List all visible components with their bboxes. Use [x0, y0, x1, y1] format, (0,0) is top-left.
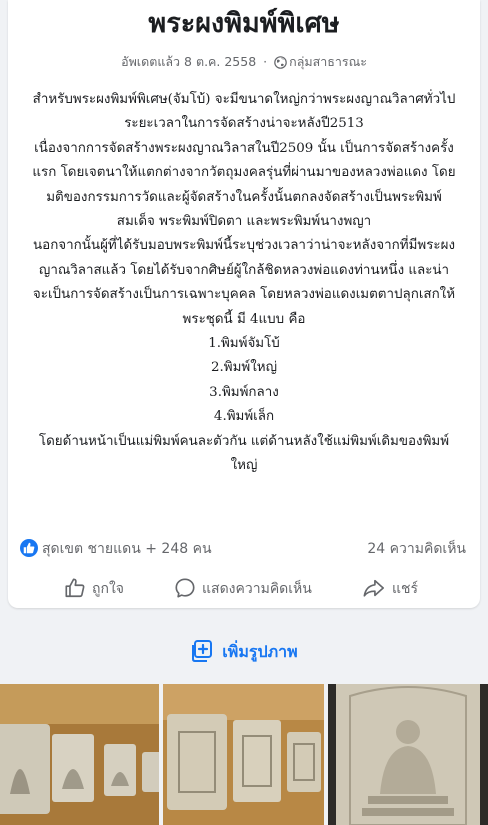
comment-label: แสดงความคิดเห็น [202, 581, 312, 597]
audience-label: กลุ่มสาธารณะ [289, 54, 367, 69]
amulet-back-photo[interactable] [163, 684, 324, 825]
thumbs-up-icon [20, 539, 38, 557]
globe-icon [274, 56, 287, 69]
updated-date: อัพเดตแล้ว 8 ต.ค. 2558 [121, 54, 257, 69]
thumbs-up-outline-icon [65, 578, 85, 598]
comment-button[interactable]: แสดงความคิดเห็น [174, 575, 312, 603]
share-arrow-icon [363, 579, 384, 597]
action-bar: ถูกใจ แสดงความคิดเห็น แชร์ [8, 575, 480, 603]
comment-count[interactable]: 24 ความคิดเห็น [367, 537, 466, 561]
speech-bubble-icon [175, 578, 195, 598]
page-title: พระผงพิมพ์พิเศษ [148, 8, 340, 39]
meta-separator: · [263, 54, 268, 69]
reaction-names: สุดเขต ชายแดน + 248 คน [42, 541, 212, 557]
like-label: ถูกใจ [92, 581, 124, 597]
post-paragraph: สำหรับพระผงพิมพ์พิเศษ(จัมโบ้) จะมีขนาดให… [32, 92, 456, 132]
list-item: 2.พิมพ์ใหญ่ [210, 360, 278, 376]
post-paragraph: เนื่องจากการจัดสร้างพระผงญาณวิลาสในปี250… [32, 140, 456, 230]
share-button[interactable]: แชร์ [362, 575, 418, 603]
reaction-summary[interactable]: สุดเขต ชายแดน + 248 คน [20, 539, 212, 557]
post-paragraph: โดยด้านหน้าเป็นแม่พิมพ์คนละตัวกัน แต่ด้า… [38, 433, 450, 474]
add-photo-label: เพิ่มรูปภาพ [222, 642, 298, 661]
post-body: สำหรับพระผงพิมพ์พิเศษ(จัมโบ้) จะมีขนาดให… [32, 88, 456, 479]
list-item: 1.พิมพ์จัมโบ้ [208, 336, 280, 352]
list-item: 3.พิมพ์กลาง [209, 384, 279, 400]
amulet-photo[interactable] [0, 684, 159, 825]
post-meta: อัพเดตแล้ว 8 ต.ค. 2558 · กลุ่มสาธารณะ [8, 52, 480, 72]
post-card: พระผงพิมพ์พิเศษ อัพเดตแล้ว 8 ต.ค. 2558 ·… [8, 0, 480, 608]
like-button[interactable]: ถูกใจ [64, 575, 124, 603]
add-photo-icon [192, 640, 213, 662]
add-photo-button[interactable]: เพิ่มรูปภาพ [0, 638, 488, 666]
audience-indicator[interactable]: กลุ่มสาธารณะ [274, 54, 367, 69]
post-paragraph: พระชุดนี้ มี 4แบบ คือ [182, 311, 306, 327]
post-paragraph: นอกจากนั้นผู้ที่ได้รับมอบพระพิมพ์นี้ระบุ… [32, 238, 456, 303]
amulet-closeup-photo[interactable] [328, 684, 488, 825]
reactions-bar: สุดเขต ชายแดน + 248 คน 24 ความคิดเห็น [20, 537, 466, 561]
share-label: แชร์ [392, 581, 419, 597]
photo-strip [0, 684, 488, 825]
list-item: 4.พิมพ์เล็ก [213, 409, 275, 425]
